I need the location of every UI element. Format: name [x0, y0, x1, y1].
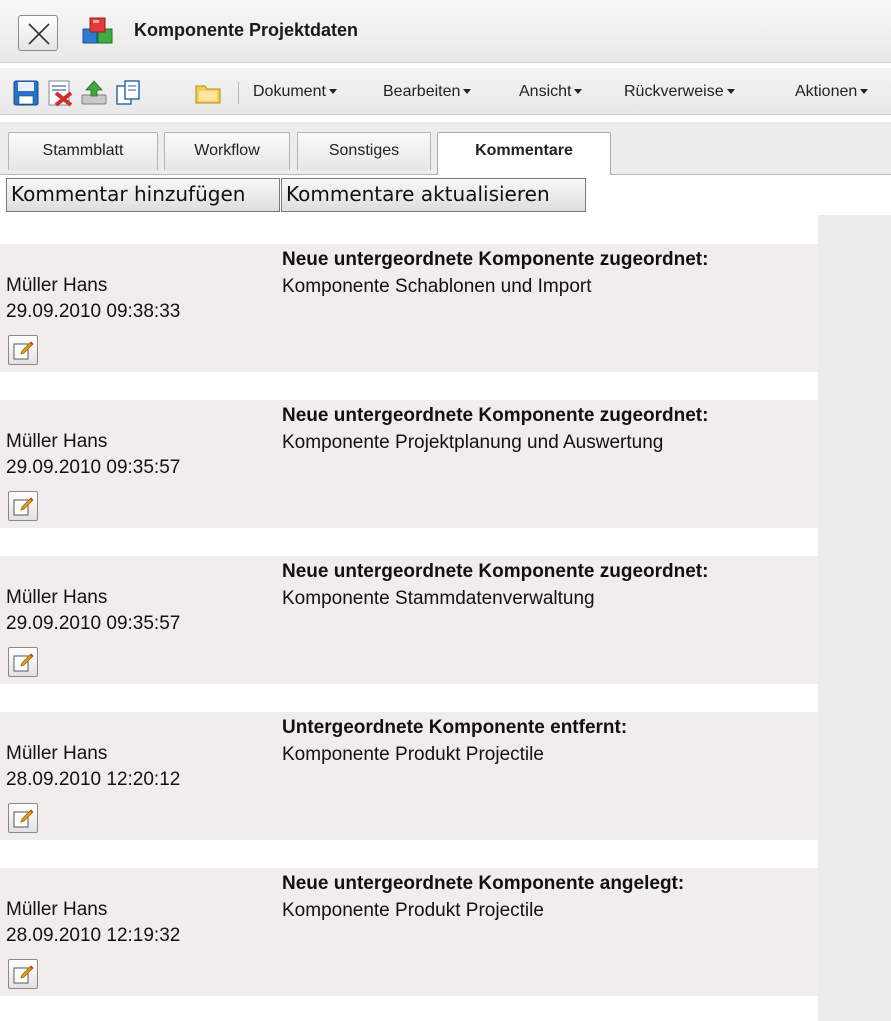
comment-text: Komponente Projektplanung und Auswertung	[282, 432, 664, 453]
tab-stammblatt[interactable]: Stammblatt	[8, 132, 158, 170]
tab-sonstiges[interactable]: Sonstiges	[297, 132, 431, 170]
chevron-down-icon	[726, 89, 735, 95]
edit-icon	[13, 341, 34, 360]
menu-bearbeiten[interactable]: Bearbeiten	[383, 83, 472, 101]
edit-comment-button[interactable]	[8, 335, 38, 365]
comment-author: Müller Hans	[6, 587, 108, 608]
comment-item: Neue untergeordnete Komponente angelegt:…	[0, 868, 818, 996]
comment-heading: Untergeordnete Komponente entfernt:	[282, 717, 628, 738]
comment-date: 29.09.2010 09:35:57	[6, 613, 181, 634]
upload-icon[interactable]	[80, 79, 108, 107]
edit-icon	[13, 497, 34, 516]
component-cubes-icon	[82, 17, 113, 44]
chevron-down-icon	[328, 89, 337, 95]
add-comment-button[interactable]: Kommentar hinzufügen	[6, 178, 280, 212]
tab-bar: Stammblatt Workflow Sonstiges Kommentare	[0, 122, 891, 175]
edit-icon	[13, 653, 34, 672]
close-icon	[28, 23, 50, 45]
edit-comment-button[interactable]	[8, 491, 38, 521]
close-button[interactable]	[18, 15, 58, 51]
chevron-down-icon	[463, 89, 472, 95]
comment-heading: Neue untergeordnete Komponente zugeordne…	[282, 249, 709, 270]
comment-date: 28.09.2010 12:20:12	[6, 769, 181, 790]
comment-author: Müller Hans	[6, 899, 108, 920]
edit-icon	[13, 965, 34, 984]
window-title: Komponente Projektdaten	[134, 20, 359, 40]
comment-date: 28.09.2010 12:19:32	[6, 925, 181, 946]
refresh-comments-button[interactable]: Kommentare aktualisieren	[281, 178, 586, 212]
tab-workflow[interactable]: Workflow	[164, 132, 290, 170]
comment-text: Komponente Produkt Projectile	[282, 900, 544, 921]
tab-kommentare[interactable]: Kommentare	[437, 132, 611, 175]
menu-dokument[interactable]: Dokument	[253, 83, 337, 101]
comment-author: Müller Hans	[6, 275, 108, 296]
menu-aktionen[interactable]: Aktionen	[795, 83, 869, 101]
comment-item: Neue untergeordnete Komponente zugeordne…	[0, 400, 818, 528]
folder-icon[interactable]	[194, 79, 222, 107]
delete-icon[interactable]	[46, 79, 74, 107]
edit-comment-button[interactable]	[8, 959, 38, 989]
comment-heading: Neue untergeordnete Komponente angelegt:	[282, 873, 685, 894]
chevron-down-icon	[574, 89, 583, 95]
comment-item: Neue untergeordnete Komponente zugeordne…	[0, 556, 818, 684]
comment-item: Neue untergeordnete Komponente zugeordne…	[0, 244, 818, 372]
edit-comment-button[interactable]	[8, 803, 38, 833]
comment-date: 29.09.2010 09:35:57	[6, 457, 181, 478]
comment-text: Komponente Stammdatenverwaltung	[282, 588, 595, 609]
toolbar-separator	[238, 82, 239, 104]
copy-icon[interactable]	[114, 79, 142, 107]
edit-comment-button[interactable]	[8, 647, 38, 677]
menu-ansicht[interactable]: Ansicht	[519, 83, 583, 101]
chevron-down-icon	[860, 89, 869, 95]
comment-text: Komponente Schablonen und Import	[282, 276, 592, 297]
edit-icon	[13, 809, 34, 828]
comment-author: Müller Hans	[6, 743, 108, 764]
comment-heading: Neue untergeordnete Komponente zugeordne…	[282, 561, 709, 582]
save-icon[interactable]	[12, 79, 40, 107]
comment-item: Untergeordnete Komponente entfernt: Komp…	[0, 712, 818, 840]
comment-heading: Neue untergeordnete Komponente zugeordne…	[282, 405, 709, 426]
right-side-panel	[818, 215, 891, 1021]
title-bar: Komponente Projektdaten	[0, 0, 891, 63]
comment-date: 29.09.2010 09:38:33	[6, 301, 181, 322]
comment-author: Müller Hans	[6, 431, 108, 452]
menu-rueckverweise[interactable]: Rückverweise	[624, 83, 735, 101]
toolbar: Dokument Bearbeiten Ansicht Rückverweise…	[0, 68, 891, 115]
comment-text: Komponente Produkt Projectile	[282, 744, 544, 765]
